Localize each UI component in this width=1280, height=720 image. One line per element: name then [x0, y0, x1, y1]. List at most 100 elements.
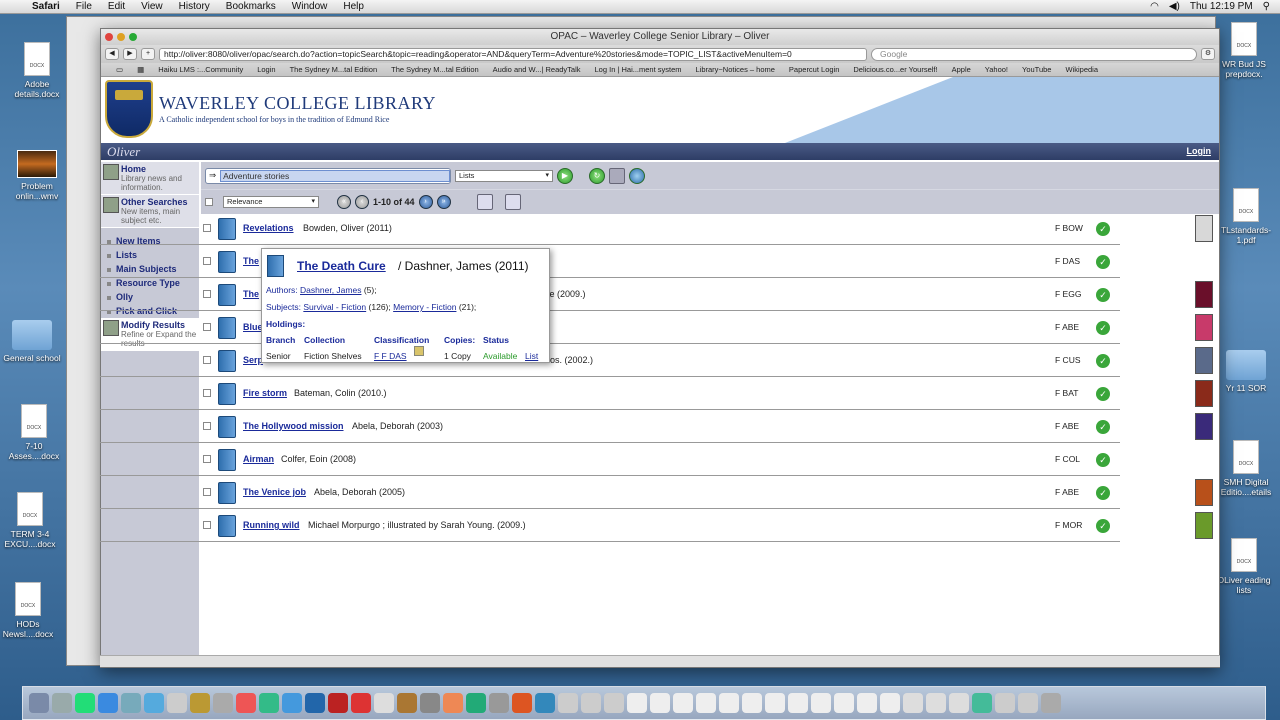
bookmark-item[interactable]: The Sydney M...tal Edition	[283, 65, 385, 74]
bookmark-item[interactable]: Papercut Login	[782, 65, 846, 74]
document-icon[interactable]	[650, 693, 670, 713]
book-cover[interactable]	[1195, 347, 1213, 374]
row-checkbox[interactable]	[203, 455, 211, 463]
list-select[interactable]: Lists	[455, 169, 553, 182]
mail-icon[interactable]	[121, 693, 141, 713]
bookmark-item[interactable]: Haiku LMS :...Community	[151, 65, 250, 74]
row-checkbox[interactable]	[203, 290, 211, 298]
zoom-icon[interactable]	[129, 33, 137, 41]
desktop-folder[interactable]: General school	[0, 320, 64, 363]
app-icon[interactable]	[420, 693, 440, 713]
result-title-link[interactable]: The Venice job	[243, 487, 306, 497]
bookmark-item[interactable]: Apple	[945, 65, 978, 74]
menubar-clock[interactable]: Thu 12:19 PM	[1190, 1, 1253, 12]
document-icon[interactable]	[719, 693, 739, 713]
result-title-link[interactable]: The Hollywood mission	[243, 421, 344, 431]
result-title-link[interactable]: Serp	[243, 355, 263, 365]
powerpoint-icon[interactable]	[512, 693, 532, 713]
row-checkbox[interactable]	[203, 521, 211, 529]
popup-title-link[interactable]: The Death Cure	[297, 259, 386, 273]
book-cover[interactable]	[1195, 479, 1213, 506]
document-icon[interactable]	[811, 693, 831, 713]
document-icon[interactable]	[1018, 693, 1038, 713]
desktop-file[interactable]: TLstandards-1.pdf	[1214, 188, 1278, 245]
search-query[interactable]: Adventure stories	[220, 169, 450, 182]
globe-icon[interactable]	[629, 167, 645, 184]
result-title-link[interactable]: Running wild	[243, 520, 300, 530]
back-icon[interactable]: ◀	[105, 48, 119, 60]
app-icon[interactable]	[351, 693, 371, 713]
bookmark-item[interactable]: Wikipedia	[1058, 65, 1105, 74]
mail-envelope-icon[interactable]	[949, 693, 969, 713]
bookmark-item[interactable]: Library~Notices – home	[689, 65, 782, 74]
menu-view[interactable]: View	[133, 1, 171, 12]
menu-edit[interactable]: Edit	[100, 1, 133, 12]
topic-search-box[interactable]: ⇒ Adventure stories	[205, 167, 451, 184]
result-title-link[interactable]: Revelations	[243, 223, 294, 233]
itunes-icon[interactable]	[282, 693, 302, 713]
word-icon[interactable]	[305, 693, 325, 713]
bookmark-item[interactable]: The Sydney M...tal Edition	[384, 65, 486, 74]
row-checkbox[interactable]	[203, 389, 211, 397]
book-cover[interactable]	[1195, 413, 1213, 440]
app-icon[interactable]	[213, 693, 233, 713]
desktop-file[interactable]: 7-10 Asses....docx	[2, 404, 66, 461]
document-icon[interactable]	[673, 693, 693, 713]
mail-envelope-icon[interactable]	[926, 693, 946, 713]
book-cover[interactable]	[1195, 380, 1213, 407]
book-cover[interactable]	[1195, 215, 1213, 242]
result-title-link[interactable]: The	[243, 256, 259, 266]
clip-icon[interactable]	[504, 194, 521, 210]
book-cover[interactable]	[1195, 512, 1213, 539]
row-checkbox[interactable]	[203, 356, 211, 364]
app-icon[interactable]	[489, 693, 509, 713]
bookmark-item[interactable]: Delicious.co...er Yourself!	[846, 65, 944, 74]
document-icon[interactable]	[604, 693, 624, 713]
settings-icon[interactable]: ⚙	[1201, 48, 1215, 60]
holding-classification[interactable]: F F DAS	[374, 351, 407, 361]
desktop-folder[interactable]: Yr 11 SOR	[1214, 350, 1278, 393]
mail-envelope-icon[interactable]	[903, 693, 923, 713]
row-checkbox[interactable]	[203, 422, 211, 430]
document-icon[interactable]	[558, 693, 578, 713]
safari-icon[interactable]	[98, 693, 118, 713]
result-title-link[interactable]: Blue	[243, 322, 263, 332]
app-icon[interactable]	[374, 693, 394, 713]
first-page-icon[interactable]: «	[337, 195, 351, 209]
excel-icon[interactable]	[466, 693, 486, 713]
app-icon[interactable]	[443, 693, 463, 713]
login-link[interactable]: Login	[1187, 146, 1212, 156]
app-icon[interactable]	[167, 693, 187, 713]
menu-window[interactable]: Window	[284, 1, 336, 12]
wifi-icon[interactable]: ◠	[1150, 1, 1159, 12]
prev-page-icon[interactable]: ‹	[355, 195, 369, 209]
spotlight-icon[interactable]: ⚲	[1263, 1, 1270, 12]
map-icon[interactable]	[414, 346, 424, 356]
book-cover[interactable]	[1195, 281, 1213, 308]
menu-help[interactable]: Help	[335, 1, 372, 12]
holding-list-link[interactable]: List	[525, 351, 538, 361]
app-icon[interactable]	[144, 693, 164, 713]
desktop-file[interactable]: WR Bud JS prepdocx.	[1212, 22, 1276, 79]
app-icon[interactable]	[535, 693, 555, 713]
facetime-icon[interactable]	[259, 693, 279, 713]
horizontal-scrollbar[interactable]	[100, 655, 1220, 667]
document-icon[interactable]	[857, 693, 877, 713]
document-icon[interactable]	[765, 693, 785, 713]
desktop-file[interactable]: TERM 3-4 EXCU....docx	[0, 492, 62, 549]
bookmark-item[interactable]: Log In | Hai...ment system	[588, 65, 689, 74]
forward-icon[interactable]: ▶	[123, 48, 137, 60]
trash-icon[interactable]	[1041, 693, 1061, 713]
document-icon[interactable]	[581, 693, 601, 713]
desktop-file[interactable]: SMH Digital Editio....etails	[1214, 440, 1278, 497]
bookmark-item[interactable]: Login	[250, 65, 282, 74]
reader-icon[interactable]: ▭	[109, 65, 130, 74]
result-title-link[interactable]: Airman	[243, 454, 274, 464]
sidebar-item-home[interactable]: Home Library news and information.	[101, 162, 199, 195]
document-icon[interactable]	[880, 693, 900, 713]
volume-icon[interactable]: ◀)	[1169, 1, 1180, 12]
row-checkbox[interactable]	[203, 224, 211, 232]
sort-select[interactable]: Relevance	[223, 196, 319, 208]
desktop-file[interactable]: Adobe details.docx	[5, 42, 69, 99]
author-link[interactable]: Dashner, James	[300, 285, 361, 295]
